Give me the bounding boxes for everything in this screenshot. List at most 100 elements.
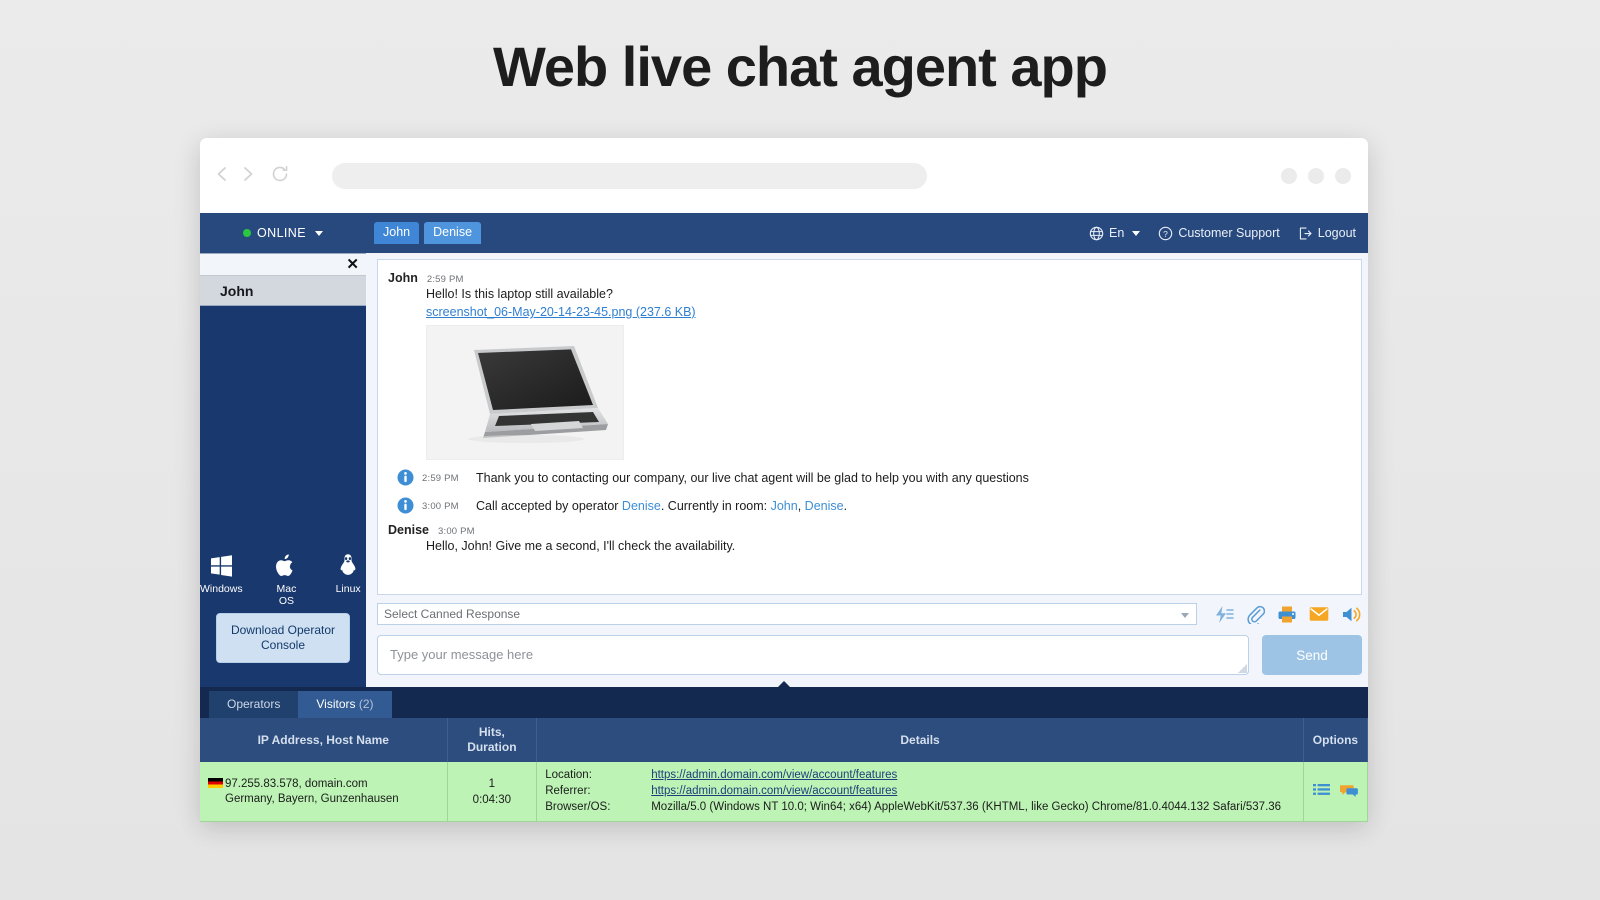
download-operator-console-button[interactable]: Download Operator Console — [216, 613, 350, 663]
info-icon — [397, 497, 414, 514]
chat-column: John 2:59 PM Hello! Is this laptop still… — [366, 253, 1368, 687]
detail-label-browser-os: Browser/OS: — [545, 801, 611, 813]
sound-icon[interactable] — [1341, 605, 1362, 624]
window-minimize-dot[interactable] — [1281, 168, 1297, 184]
canned-response-row: Select Canned Response — [377, 595, 1362, 629]
chevron-right-icon[interactable] — [240, 164, 256, 184]
email-icon[interactable] — [1309, 606, 1329, 622]
logout-icon — [1298, 226, 1313, 241]
message-author: Denise — [388, 523, 429, 537]
top-bar: John Denise En ? Customer Support Logout — [366, 213, 1368, 253]
column-hits-duration[interactable]: Hits, Duration — [447, 718, 538, 762]
laptop-photo — [468, 346, 608, 443]
visitors-table: IP Address, Host Name Hits, Duration Det… — [200, 718, 1368, 822]
chat-log[interactable]: John 2:59 PM Hello! Is this laptop still… — [377, 259, 1362, 595]
system-message-time: 2:59 PM — [422, 473, 459, 484]
send-button[interactable]: Send — [1262, 635, 1362, 675]
chat-message-system: 2:59 PM Thank you to contacting our comp… — [388, 464, 1351, 492]
os-option-windows[interactable]: Windows — [200, 552, 243, 607]
url-input[interactable] — [332, 163, 927, 189]
chevron-down-icon — [1181, 613, 1189, 618]
print-icon[interactable] — [1277, 605, 1297, 624]
windows-icon — [200, 552, 243, 578]
column-options[interactable]: Options — [1303, 718, 1368, 762]
chat-app: ONLINE John Denise En ? Customer Support… — [200, 213, 1368, 822]
table-row[interactable]: 97.255.83.578, domain.com Germany, Bayer… — [200, 762, 1368, 822]
column-ip-hostname[interactable]: IP Address, Host Name — [200, 718, 448, 762]
call-suffix-text: . — [843, 499, 848, 513]
window-close-dot[interactable] — [1335, 168, 1351, 184]
browser-toolbar — [200, 138, 1368, 213]
customer-support-link[interactable]: ? Customer Support — [1158, 226, 1280, 241]
apple-icon — [269, 552, 305, 578]
canned-response-select[interactable]: Select Canned Response — [377, 603, 1197, 625]
textarea-resize-handle[interactable] — [1238, 664, 1247, 673]
language-selector[interactable]: En — [1089, 226, 1141, 241]
list-icon[interactable] — [1312, 783, 1330, 801]
tab-operators[interactable]: Operators — [209, 691, 299, 718]
message-input-placeholder: Type your message here — [390, 647, 534, 662]
room-tabs: John Denise — [374, 221, 482, 245]
os-option-macos[interactable]: Mac OS — [269, 552, 305, 607]
table-header-row: IP Address, Host Name Hits, Duration Det… — [200, 718, 1368, 762]
details-grid: Location: https://admin.domain.com/view/… — [545, 768, 1295, 815]
column-details[interactable]: Details — [536, 718, 1304, 762]
os-label-windows: Windows — [200, 583, 243, 595]
canned-response-placeholder: Select Canned Response — [384, 607, 521, 621]
bottom-panel: Operators Visitors (2) IP Address, Host … — [200, 681, 1368, 822]
window-maximize-dot[interactable] — [1308, 168, 1324, 184]
browser-window: ONLINE John Denise En ? Customer Support… — [200, 138, 1368, 822]
detail-value-location: https://admin.domain.com/view/account/fe… — [651, 768, 1295, 783]
sidebar-panel-header: ✕ — [200, 254, 366, 275]
tab-visitors[interactable]: Visitors (2) — [298, 691, 392, 718]
os-download-row: Windows Mac OS Linux — [200, 552, 366, 607]
compose-row: Type your message here Send — [377, 629, 1362, 687]
chat-message-call-accepted: 3:00 PM Call accepted by operator Denise… — [388, 492, 1351, 520]
room-user-link-denise[interactable]: Denise — [805, 499, 844, 513]
call-mid-text: . Currently in room: — [660, 499, 771, 513]
message-attachment-link[interactable]: screenshot_06-May-20-14-23-45.png (237.6… — [388, 305, 1351, 319]
system-message-time: 3:00 PM — [422, 501, 459, 512]
operator-name-link[interactable]: Denise — [622, 499, 661, 513]
cell-hits-duration: 1 0:04:30 — [447, 762, 538, 822]
chevron-left-icon[interactable] — [214, 164, 230, 184]
options-icons — [1312, 783, 1359, 801]
os-label-linux: Linux — [335, 583, 361, 595]
app-header: ONLINE John Denise En ? Customer Support… — [200, 213, 1368, 253]
info-icon — [397, 469, 414, 486]
room-tab-denise[interactable]: Denise — [424, 221, 482, 245]
location-link[interactable]: https://admin.domain.com/view/account/fe… — [651, 769, 897, 781]
globe-icon — [1089, 226, 1104, 241]
quick-response-icon[interactable] — [1214, 605, 1234, 624]
linux-icon — [330, 552, 366, 578]
os-option-linux[interactable]: Linux — [330, 552, 366, 607]
sidebar-visitor-panel: ✕ John — [200, 253, 366, 306]
visitor-ip: 97.255.83.578, domain.com — [225, 777, 368, 790]
chat-icon[interactable] — [1339, 783, 1358, 801]
reload-icon[interactable] — [270, 164, 290, 184]
visitor-duration: 0:04:30 — [472, 793, 512, 806]
germany-flag-icon — [208, 777, 223, 788]
message-image-thumbnail[interactable] — [426, 325, 624, 460]
room-user-link-john[interactable]: John — [771, 499, 798, 513]
detail-label-location: Location: — [545, 769, 592, 781]
message-author: John — [388, 271, 418, 285]
operator-status-selector[interactable]: ONLINE — [200, 213, 366, 253]
online-status-dot — [243, 229, 252, 237]
room-tab-john[interactable]: John — [374, 221, 420, 245]
sidebar-item-john[interactable]: John — [200, 275, 366, 305]
tab-visitors-count: (2) — [358, 697, 374, 711]
chat-message-agent: Denise 3:00 PM Hello, John! Give me a se… — [388, 520, 1351, 555]
visitor-geo: Germany, Bayern, Gunzenhausen — [225, 792, 399, 805]
call-prefix-text: Call accepted by operator — [476, 499, 622, 513]
close-icon[interactable]: ✕ — [346, 255, 359, 274]
logout-button[interactable]: Logout — [1298, 226, 1356, 241]
message-text: Hello! Is this laptop still available? — [426, 287, 613, 301]
message-input[interactable]: Type your message here — [377, 635, 1249, 675]
message-header: John 2:59 PM — [388, 268, 1351, 286]
attachment-icon[interactable] — [1246, 605, 1265, 624]
column-hits-line2: Duration — [467, 740, 517, 754]
referrer-link[interactable]: https://admin.domain.com/view/account/fe… — [651, 785, 897, 797]
window-controls[interactable] — [1281, 168, 1351, 184]
language-label: En — [1109, 226, 1125, 240]
